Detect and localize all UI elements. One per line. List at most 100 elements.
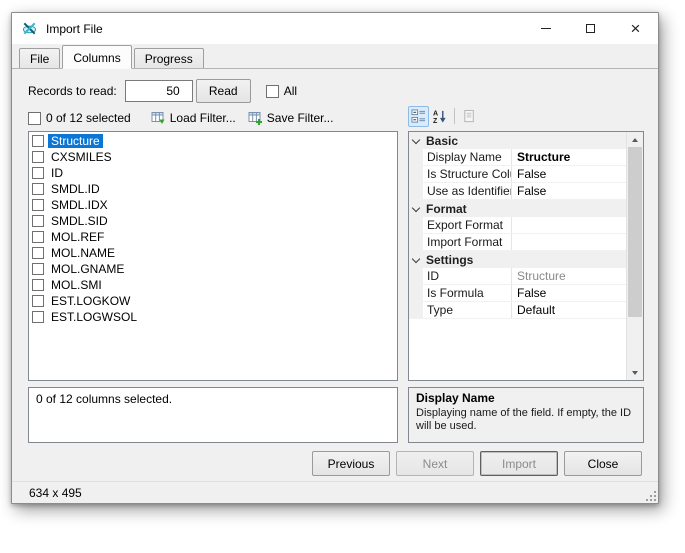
property-value[interactable]: Default [512,302,626,318]
property-value[interactable]: False [512,166,626,182]
property-label: Is Structure Column [423,166,512,182]
item-checkbox[interactable] [32,199,44,211]
column-list[interactable]: Structure CXSMILES ID SMDL.ID SMDL.IDX S… [28,131,398,381]
item-checkbox[interactable] [32,183,44,195]
item-checkbox[interactable] [32,295,44,307]
property-label: Use as Identifier [423,183,512,199]
category-label: Basic [426,133,458,149]
scrollbar-track[interactable] [627,147,643,365]
item-checkbox[interactable] [32,247,44,259]
selection-summary-panel: 0 of 12 columns selected. [28,387,398,443]
column-item-smdl-id[interactable]: SMDL.ID [30,181,397,197]
property-value[interactable]: Structure [512,268,626,284]
property-row-is-formula[interactable]: Is Formula False [409,285,626,302]
close-button[interactable]: × [613,13,658,44]
category-settings[interactable]: Settings [409,251,626,268]
property-row-export-format[interactable]: Export Format [409,217,626,234]
list-item-label: MOL.GNAME [48,262,127,276]
resize-grip-icon[interactable] [644,489,657,502]
column-item-est-logkow[interactable]: EST.LOGKOW [30,293,397,309]
column-item-est-logwsol[interactable]: EST.LOGWSOL [30,309,397,325]
save-filter-button[interactable]: Save Filter... [242,108,340,128]
column-item-mol-name[interactable]: MOL.NAME [30,245,397,261]
item-checkbox[interactable] [32,151,44,163]
property-value[interactable] [512,234,626,250]
previous-button[interactable]: Previous [312,451,390,476]
property-grid: Basic Display Name Structure Is Structur… [408,131,644,381]
scrollbar-thumb[interactable] [628,147,642,317]
select-all-columns-checkbox[interactable]: 0 of 12 selected [28,111,131,125]
item-checkbox[interactable] [32,311,44,323]
records-to-read-input[interactable] [125,80,193,102]
scroll-down-button[interactable] [627,365,643,380]
property-label: Is Formula [423,285,512,301]
caption-buttons: × [523,13,658,44]
maximize-button[interactable] [568,13,613,44]
column-item-smdl-sid[interactable]: SMDL.SID [30,213,397,229]
property-label: ID [423,268,512,284]
categorized-view-icon [411,109,426,124]
alphabetical-sort-button[interactable]: A Z [429,106,450,127]
item-checkbox[interactable] [32,215,44,227]
read-button[interactable]: Read [196,79,251,103]
tab-progress[interactable]: Progress [134,48,204,68]
list-item-label: EST.LOGKOW [48,294,133,308]
categorized-view-button[interactable] [408,106,429,127]
chevron-down-icon [412,254,420,262]
list-item-label: SMDL.ID [48,182,103,196]
property-value[interactable]: False [512,285,626,301]
property-row-use-as-identifier[interactable]: Use as Identifier False [409,183,626,200]
property-value[interactable]: Structure [512,149,626,165]
column-item-mol-ref[interactable]: MOL.REF [30,229,397,245]
import-button: Import [480,451,558,476]
tab-file[interactable]: File [19,48,60,68]
item-checkbox[interactable] [32,263,44,275]
column-item-mol-smi[interactable]: MOL.SMI [30,277,397,293]
property-label: Import Format [423,234,512,250]
property-row-import-format[interactable]: Import Format [409,234,626,251]
minimize-button[interactable] [523,13,568,44]
property-value[interactable]: False [512,183,626,199]
property-row-type[interactable]: Type Default [409,302,626,319]
property-row-id[interactable]: ID Structure [409,268,626,285]
category-label: Settings [426,252,473,268]
category-basic[interactable]: Basic [409,132,626,149]
window-title: Import File [46,22,103,36]
property-row-is-structure-column[interactable]: Is Structure Column False [409,166,626,183]
scroll-up-button[interactable] [627,132,643,147]
tab-columns[interactable]: Columns [62,45,131,69]
property-grid-scrollbar[interactable] [626,132,643,380]
property-description-panel: Display Name Displaying name of the fiel… [408,387,644,443]
arrow-up-icon [632,138,638,142]
all-checkbox-label: All [284,84,297,98]
item-checkbox[interactable] [32,279,44,291]
app-icon [21,20,38,37]
chevron-down-icon [412,203,420,211]
category-format[interactable]: Format [409,200,626,217]
load-filter-button[interactable]: Load Filter... [145,108,242,128]
item-checkbox[interactable] [32,167,44,179]
property-row-display-name[interactable]: Display Name Structure [409,149,626,166]
column-item-smdl-idx[interactable]: SMDL.IDX [30,197,397,213]
list-item-label: ID [48,166,66,180]
property-gutter [409,149,423,165]
property-description-text: Displaying name of the field. If empty, … [416,407,636,433]
titlebar[interactable]: Import File × [12,13,658,44]
tab-strip: FileColumnsProgress [12,44,658,69]
property-value[interactable] [512,217,626,233]
property-label: Export Format [423,217,512,233]
item-checkbox[interactable] [32,231,44,243]
category-label: Format [426,201,467,217]
column-item-structure[interactable]: Structure [30,133,397,149]
save-filter-label: Save Filter... [267,111,334,125]
column-item-cxsmiles[interactable]: CXSMILES [30,149,397,165]
item-checkbox[interactable] [32,135,44,147]
load-filter-icon [151,111,165,125]
close-button[interactable]: Close [564,451,642,476]
column-item-id[interactable]: ID [30,165,397,181]
next-button: Next [396,451,474,476]
column-item-mol-gname[interactable]: MOL.GNAME [30,261,397,277]
property-gutter [409,234,423,250]
all-checkbox[interactable]: All [266,84,297,98]
records-to-read-label: Records to read: [28,84,117,98]
